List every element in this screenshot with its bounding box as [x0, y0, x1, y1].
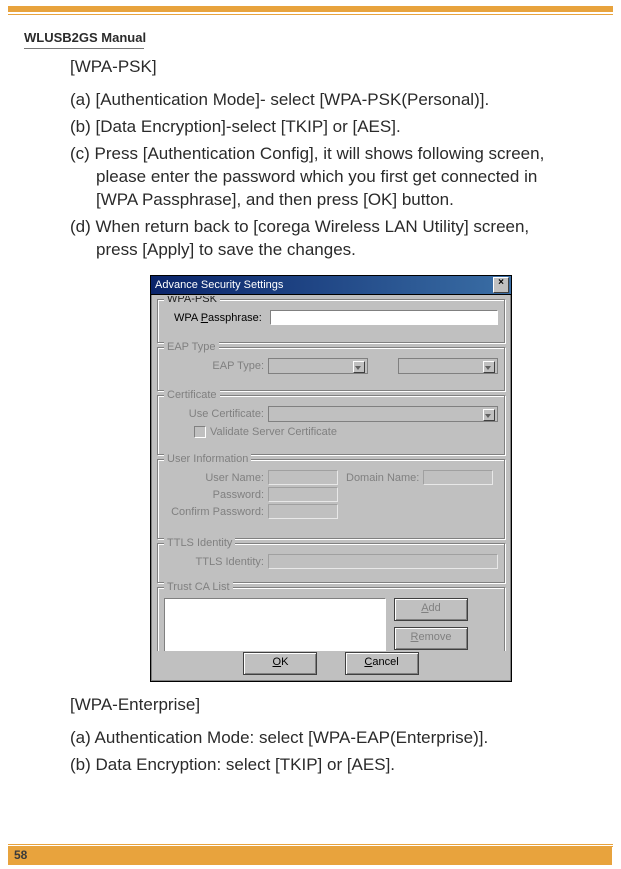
enterprise-step-a: (a) Authentication Mode: select [WPA-EAP…	[70, 727, 570, 750]
close-icon[interactable]: ×	[493, 277, 509, 293]
step-d: (d) When return back to [corega Wireless…	[70, 216, 570, 262]
wpa-enterprise-heading: [WPA-Enterprise]	[70, 694, 570, 717]
group-wpa-psk: WPA-PSK WPA Passphrase:	[157, 299, 505, 343]
confirm-password-label: Confirm Password:	[164, 506, 264, 518]
group-user-info-legend: User Information	[164, 453, 251, 465]
body-section-2: [WPA-Enterprise] (a) Authentication Mode…	[70, 694, 570, 785]
step-b: (b) [Data Encryption]-select [TKIP] or […	[70, 116, 570, 139]
add-button[interactable]: Add	[394, 598, 468, 621]
eap-type-dropdown-1[interactable]	[268, 358, 368, 374]
dialog-body: WPA-PSK WPA Passphrase: EAP Type EAP Typ…	[155, 296, 507, 651]
password-label: Password:	[164, 489, 264, 501]
dialog-title: Advance Security Settings	[155, 276, 283, 294]
ttls-identity-label: TTLS Identity:	[164, 556, 264, 568]
group-ttls: TTLS Identity TTLS Identity:	[157, 543, 505, 583]
use-certificate-dropdown[interactable]	[268, 406, 498, 422]
page-number-bar: 58	[8, 847, 612, 865]
page-number: 58	[14, 848, 27, 862]
group-certificate-legend: Certificate	[164, 389, 220, 401]
dialog-footer: OK Cancel	[151, 652, 511, 675]
group-trust-ca-legend: Trust CA List	[164, 581, 233, 593]
group-eap-type-legend: EAP Type	[164, 341, 219, 353]
remove-button[interactable]: Remove	[394, 627, 468, 650]
top-rule	[8, 6, 613, 12]
screenshot-dialog: Advance Security Settings × WPA-PSK WPA …	[150, 275, 510, 680]
bottom-rule	[8, 844, 613, 845]
enterprise-step-b: (b) Data Encryption: select [TKIP] or [A…	[70, 754, 570, 777]
confirm-password-input[interactable]	[268, 504, 338, 519]
password-input[interactable]	[268, 487, 338, 502]
domain-name-label: Domain Name:	[346, 472, 419, 484]
use-certificate-label: Use Certificate:	[164, 408, 264, 420]
step-c: (c) Press [Authentication Conﬁg], it wil…	[70, 143, 570, 212]
trust-ca-listbox[interactable]	[164, 598, 386, 651]
group-trust-ca: Trust CA List Add Remove	[157, 587, 505, 651]
manual-page: WLUSB2GS Manual [WPA-PSK] (a) [Authentic…	[0, 0, 621, 869]
domain-name-input[interactable]	[423, 470, 493, 485]
cancel-button[interactable]: Cancel	[345, 652, 419, 675]
user-name-input[interactable]	[268, 470, 338, 485]
eap-type-dropdown-2[interactable]	[398, 358, 498, 374]
body-section-1: [WPA-PSK] (a) [Authentication Mode]- sel…	[70, 56, 570, 270]
step-a: (a) [Authentication Mode]- select [WPA-P…	[70, 89, 570, 112]
validate-server-label: Validate Server Certificate	[210, 426, 337, 438]
user-name-label: User Name:	[164, 472, 264, 484]
wpa-enterprise-steps: (a) Authentication Mode: select [WPA-EAP…	[70, 727, 570, 777]
ttls-identity-input[interactable]	[268, 554, 498, 569]
validate-server-checkbox[interactable]	[194, 426, 206, 438]
titlebar[interactable]: Advance Security Settings ×	[151, 276, 511, 295]
manual-title: WLUSB2GS Manual	[24, 30, 146, 45]
group-wpa-psk-legend: WPA-PSK	[164, 296, 220, 305]
ok-button[interactable]: OK	[243, 652, 317, 675]
dialog-window: Advance Security Settings × WPA-PSK WPA …	[150, 275, 512, 682]
group-ttls-legend: TTLS Identity	[164, 537, 235, 549]
eap-type-label: EAP Type:	[164, 360, 264, 372]
group-eap-type: EAP Type EAP Type:	[157, 347, 505, 391]
group-user-info: User Information User Name: Domain Name:…	[157, 459, 505, 539]
wpa-psk-steps: (a) [Authentication Mode]- select [WPA-P…	[70, 89, 570, 262]
group-certificate: Certificate Use Certificate: Validate Se…	[157, 395, 505, 455]
wpa-passphrase-label: WPA Passphrase:	[164, 312, 266, 324]
wpa-psk-heading: [WPA-PSK]	[70, 56, 570, 79]
wpa-passphrase-input[interactable]	[270, 310, 498, 325]
